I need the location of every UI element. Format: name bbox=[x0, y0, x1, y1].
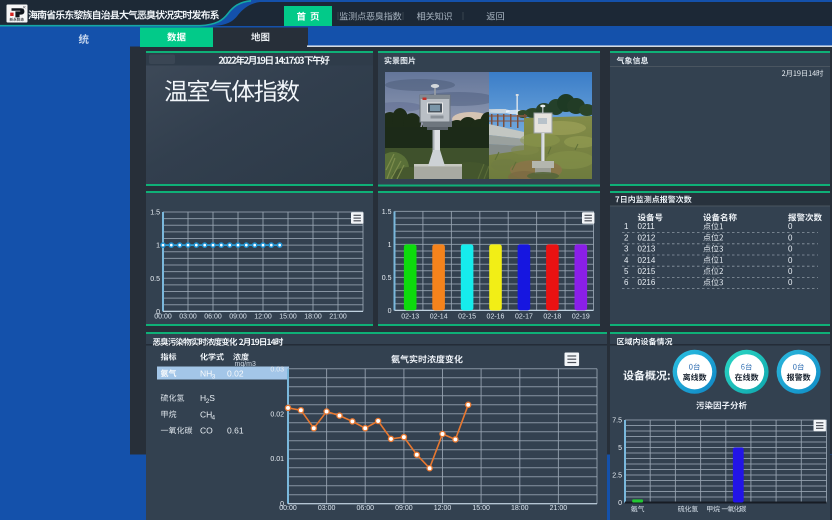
svg-text:0.01: 0.01 bbox=[270, 456, 284, 463]
svg-text:0: 0 bbox=[788, 267, 793, 276]
svg-text:12:00: 12:00 bbox=[434, 505, 452, 512]
svg-text:0.02: 0.02 bbox=[270, 411, 284, 418]
svg-text:CH: CH bbox=[200, 409, 212, 419]
svg-text:1: 1 bbox=[156, 243, 160, 250]
svg-text:02-16: 02-16 bbox=[487, 313, 505, 320]
svg-text:15:00: 15:00 bbox=[472, 505, 490, 512]
svg-text:09:00: 09:00 bbox=[229, 314, 247, 321]
svg-text:7.5: 7.5 bbox=[612, 418, 622, 425]
svg-text:0.61: 0.61 bbox=[227, 426, 244, 436]
svg-text:0: 0 bbox=[618, 500, 622, 507]
svg-text:0.5: 0.5 bbox=[382, 275, 392, 282]
svg-text:0216: 0216 bbox=[638, 278, 656, 287]
svg-text:1: 1 bbox=[388, 242, 392, 249]
svg-text:00:00: 00:00 bbox=[279, 505, 297, 512]
svg-text:03:00: 03:00 bbox=[318, 505, 336, 512]
svg-text:2: 2 bbox=[624, 233, 629, 242]
svg-text:S: S bbox=[209, 393, 215, 403]
svg-text:0: 0 bbox=[788, 256, 793, 265]
svg-text:0: 0 bbox=[788, 245, 793, 254]
svg-text:02-15: 02-15 bbox=[458, 313, 476, 320]
svg-text:4: 4 bbox=[624, 256, 629, 265]
svg-text:0.03: 0.03 bbox=[270, 366, 284, 373]
svg-text:0215: 0215 bbox=[638, 267, 656, 276]
svg-text:0: 0 bbox=[388, 308, 392, 315]
svg-text:NH: NH bbox=[200, 369, 212, 379]
svg-text:1.5: 1.5 bbox=[382, 209, 392, 216]
svg-text:5: 5 bbox=[618, 445, 622, 452]
svg-text:12:00: 12:00 bbox=[254, 314, 272, 321]
svg-text:0: 0 bbox=[788, 233, 793, 242]
svg-text:1: 1 bbox=[624, 222, 629, 231]
svg-text:0212: 0212 bbox=[638, 233, 656, 242]
svg-text:CO: CO bbox=[200, 426, 213, 436]
svg-text:0: 0 bbox=[788, 278, 793, 287]
svg-text:02-18: 02-18 bbox=[543, 313, 561, 320]
svg-text:03:00: 03:00 bbox=[179, 314, 197, 321]
svg-text:02-14: 02-14 bbox=[430, 313, 448, 320]
svg-text:0.02: 0.02 bbox=[227, 369, 244, 379]
svg-text:2.5: 2.5 bbox=[612, 473, 622, 480]
svg-text:06:00: 06:00 bbox=[204, 314, 222, 321]
svg-text:18:00: 18:00 bbox=[511, 505, 529, 512]
svg-text:00:00: 00:00 bbox=[154, 314, 172, 321]
svg-text:0214: 0214 bbox=[638, 256, 656, 265]
svg-text:3: 3 bbox=[212, 374, 216, 381]
svg-text:0.5: 0.5 bbox=[150, 276, 160, 283]
svg-text:06:00: 06:00 bbox=[356, 505, 374, 512]
svg-text:5: 5 bbox=[624, 267, 629, 276]
svg-text:09:00: 09:00 bbox=[395, 505, 413, 512]
svg-text:21:00: 21:00 bbox=[329, 314, 347, 321]
svg-text:02-19: 02-19 bbox=[572, 313, 590, 320]
svg-text:0213: 0213 bbox=[638, 245, 656, 254]
svg-text:02-17: 02-17 bbox=[515, 313, 533, 320]
svg-text:02-13: 02-13 bbox=[401, 313, 419, 320]
svg-text:15:00: 15:00 bbox=[279, 314, 297, 321]
svg-text:3: 3 bbox=[624, 245, 629, 254]
svg-text:4: 4 bbox=[212, 414, 216, 421]
svg-text:18:00: 18:00 bbox=[304, 314, 322, 321]
svg-text:1.5: 1.5 bbox=[150, 210, 160, 217]
svg-text:0211: 0211 bbox=[638, 222, 656, 231]
svg-text:6: 6 bbox=[624, 278, 629, 287]
svg-text:0: 0 bbox=[788, 222, 793, 231]
svg-text:21:00: 21:00 bbox=[550, 505, 568, 512]
